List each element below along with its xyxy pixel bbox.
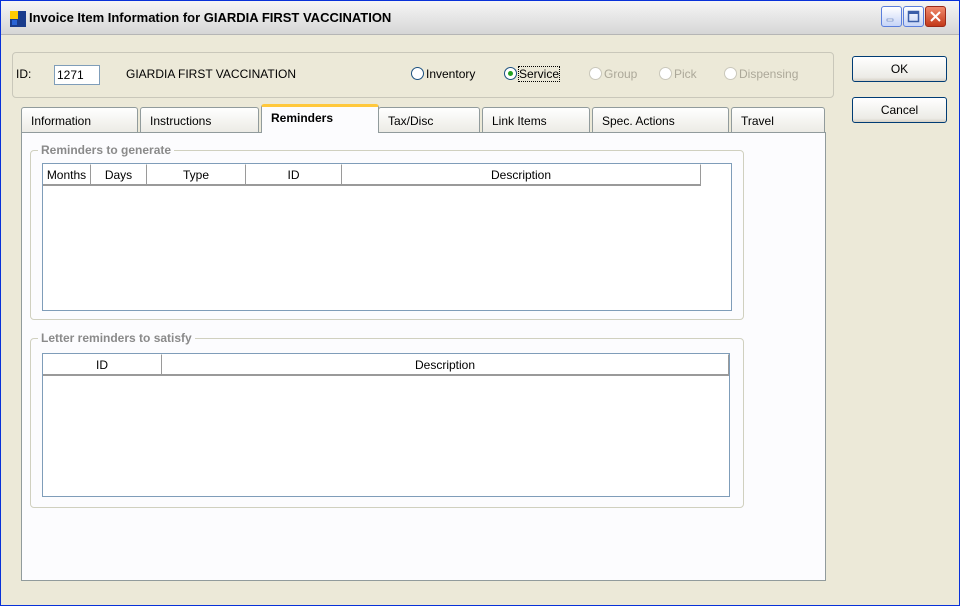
column-header-description[interactable]: Description [342,164,701,186]
maximize-button[interactable] [903,6,924,27]
reminders-group-title: Reminders to generate [38,143,175,157]
tab-information[interactable]: Information [21,107,138,132]
radio-label: Inventory [426,67,476,81]
radio-service[interactable]: Service [504,66,561,82]
column-header-days[interactable]: Days [91,164,147,186]
close-icon [930,11,941,22]
cancel-button[interactable]: Cancel [852,97,947,123]
ok-button[interactable]: OK [852,56,947,82]
radio-circle-icon [724,67,737,80]
radio-label: Dispensing [739,67,799,81]
close-button[interactable] [925,6,946,27]
radio-circle-icon [659,67,672,80]
minimize-icon [886,18,894,22]
letters-grid[interactable]: ID Description [42,353,730,497]
id-field[interactable]: 1271 [54,65,100,85]
column-header-months[interactable]: Months [43,164,91,186]
radio-inventory[interactable]: Inventory [411,67,475,81]
tab-reminders[interactable]: Reminders [261,104,379,133]
reminders-grid-header: Months Days Type ID Description [43,164,701,186]
radio-checked-icon [504,67,517,80]
tab-tax-disc[interactable]: Tax/Disc [378,107,480,132]
maximize-icon [907,10,920,23]
radio-group: Group [589,67,637,81]
radio-label: Service [517,66,561,82]
dialog-window: Invoice Item Information for GIARDIA FIR… [0,0,960,606]
minimize-button[interactable] [881,6,902,27]
radio-label: Pick [674,67,697,81]
title-bar[interactable]: Invoice Item Information for GIARDIA FIR… [1,1,959,35]
column-header-type[interactable]: Type [147,164,246,186]
radio-label: Group [604,67,638,81]
tab-spec-actions[interactable]: Spec. Actions [592,107,729,132]
radio-dispensing: Dispensing [724,67,798,81]
tab-travel[interactable]: Travel [731,107,825,132]
tab-instructions[interactable]: Instructions [140,107,259,132]
id-label: ID: [16,67,32,81]
app-icon [10,11,26,27]
radio-circle-icon [411,67,424,80]
letters-grid-header: ID Description [43,354,729,376]
tab-link-items[interactable]: Link Items [482,107,590,132]
column-header-id[interactable]: ID [43,354,162,376]
column-header-id[interactable]: ID [246,164,342,186]
reminders-grid[interactable]: Months Days Type ID Description [42,163,732,311]
radio-pick: Pick [659,67,697,81]
item-name-text: GIARDIA FIRST VACCINATION [126,67,297,81]
letters-group-title: Letter reminders to satisfy [38,331,195,345]
column-header-description[interactable]: Description [162,354,729,376]
radio-circle-icon [589,67,602,80]
window-title: Invoice Item Information for GIARDIA FIR… [29,10,392,25]
